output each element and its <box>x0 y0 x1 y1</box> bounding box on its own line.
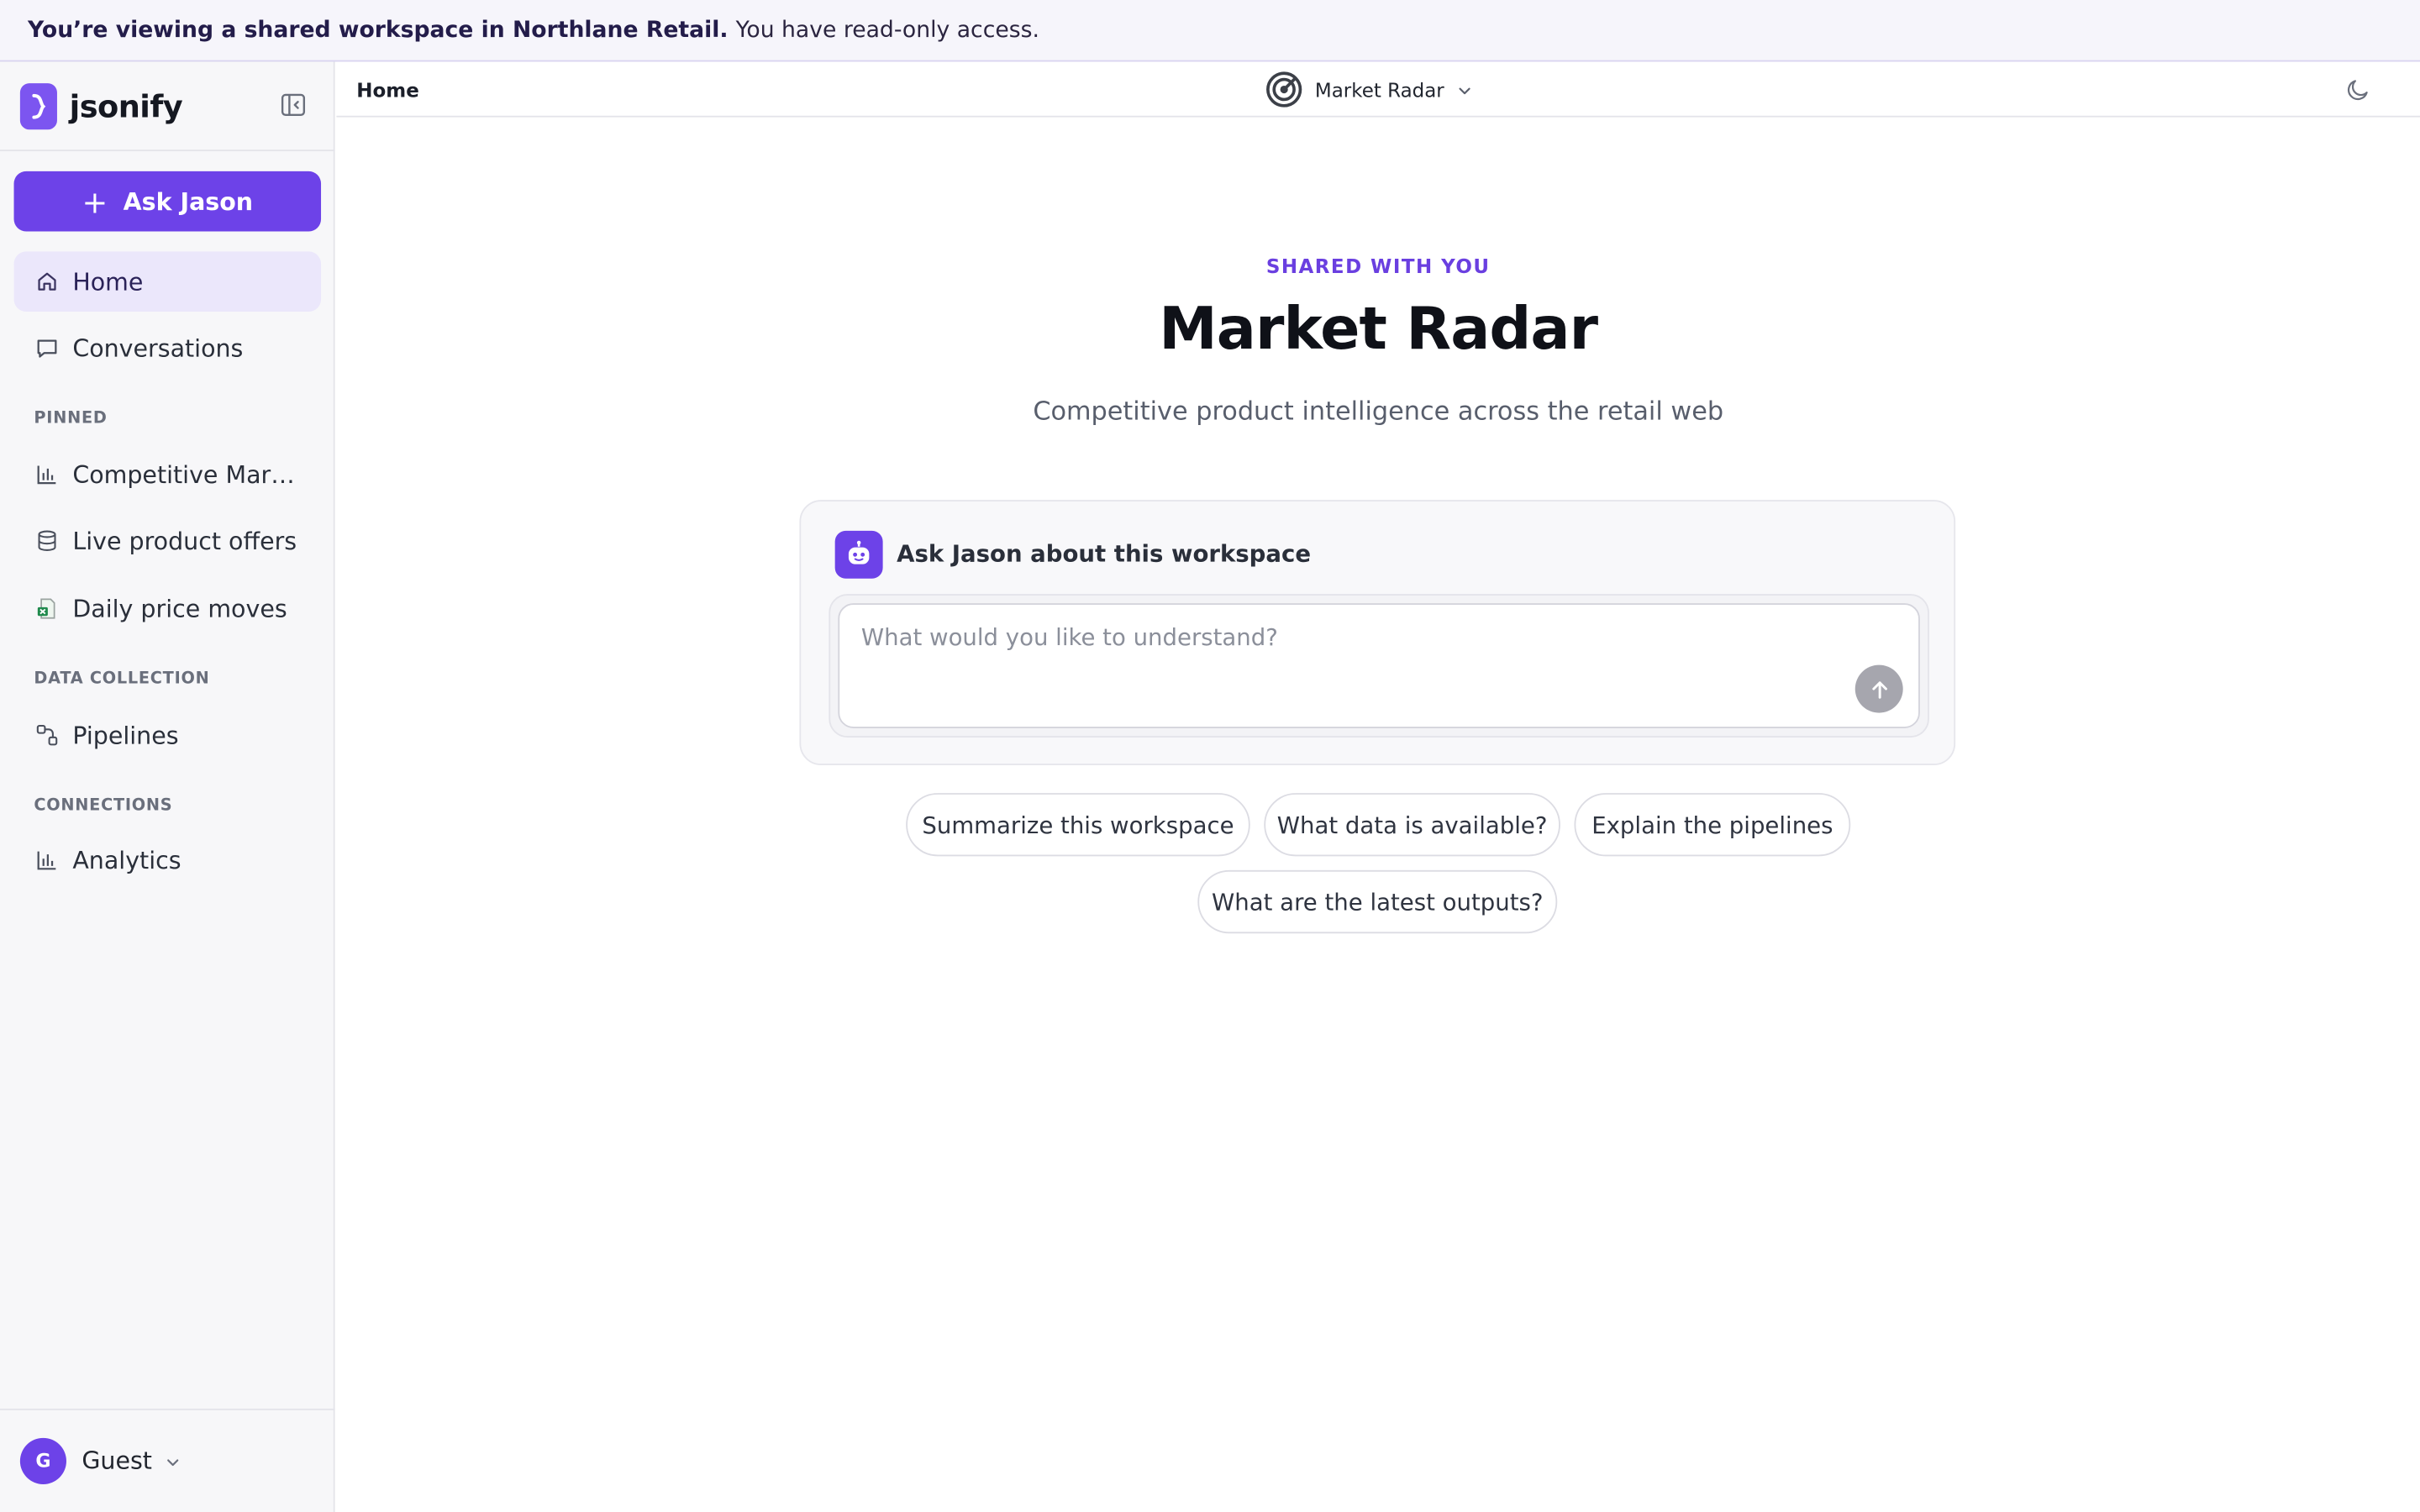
banner-bold-text: You’re viewing a shared workspace in Nor… <box>28 18 729 43</box>
bar-chart-icon <box>34 848 58 872</box>
sidebar-item-label: Home <box>72 267 144 296</box>
prompt-input[interactable] <box>839 605 1919 727</box>
ask-jason-card: Ask Jason about this workspace <box>799 500 1956 766</box>
sidebar-item-label: Daily price moves <box>72 595 287 623</box>
banner-text: You have read-only access. <box>735 18 1039 43</box>
chevron-down-icon <box>165 1446 180 1476</box>
sidebar-item-label: Competitive Market… <box>72 460 304 489</box>
plus-icon: + <box>82 182 108 220</box>
robot-icon <box>834 529 883 578</box>
section-label-pinned: PINNED <box>34 408 108 428</box>
workspace-name: Market Radar <box>1314 77 1444 102</box>
section-label-data-collection: DATA COLLECTION <box>34 669 210 689</box>
breadcrumb[interactable]: Home <box>356 61 419 117</box>
radar-icon <box>1266 71 1302 108</box>
sidebar-footer-divider <box>0 1408 335 1410</box>
chat-icon <box>34 335 58 360</box>
sidebar-item-label: Conversations <box>72 333 244 362</box>
database-icon <box>34 528 58 553</box>
pipeline-icon <box>34 723 58 748</box>
sidebar-item-pipelines[interactable]: Pipelines <box>14 705 322 765</box>
page-title: Market Radar <box>1159 294 1598 363</box>
sidebar-item-daily-price-moves[interactable]: Daily price moves <box>14 579 322 639</box>
sidebar-item-label: Live product offers <box>72 527 297 555</box>
home-icon <box>34 270 58 294</box>
main-content: SHARED WITH YOU Market Radar Competitive… <box>336 118 2420 1512</box>
avatar: G <box>19 1437 66 1484</box>
ask-jason-button[interactable]: + Ask Jason <box>13 171 322 232</box>
shared-eyebrow: SHARED WITH YOU <box>1265 255 1491 278</box>
bar-chart-icon <box>34 462 58 486</box>
sidebar-item-home[interactable]: Home <box>13 251 322 312</box>
section-label-connections: CONNECTIONS <box>34 795 173 815</box>
ask-card-title: Ask Jason about this workspace <box>897 539 1312 568</box>
suggestion-chip[interactable]: Summarize this workspace <box>906 793 1250 857</box>
ask-jason-label: Ask Jason <box>123 187 254 216</box>
workspace-switcher[interactable]: Market Radar <box>1265 70 1472 110</box>
sidebar-item-analytics[interactable]: Analytics <box>14 830 322 890</box>
prompt-input-box <box>838 603 1920 728</box>
suggestion-chip[interactable]: What are the latest outputs? <box>1197 869 1558 934</box>
prompt-input-frame <box>829 594 1929 738</box>
chevron-down-icon <box>1456 75 1471 104</box>
ask-card-header: Ask Jason about this workspace <box>834 529 1312 579</box>
sidebar-item-competitive-market[interactable]: Competitive Market… <box>14 444 322 505</box>
read-only-banner: You’re viewing a shared workspace in Nor… <box>0 0 2420 62</box>
brace-logo-icon <box>19 83 57 130</box>
collapse-sidebar-icon[interactable] <box>278 90 309 121</box>
sidebar: jsonify + Ask Jason Home Conversations P… <box>0 61 335 1512</box>
sidebar-item-live-product-offers[interactable]: Live product offers <box>14 511 322 571</box>
brand[interactable]: jsonify <box>19 83 183 130</box>
arrow-up-icon <box>1871 680 1887 698</box>
page-subtitle: Competitive product intelligence across … <box>1033 396 1724 426</box>
sidebar-item-label: Pipelines <box>72 721 179 749</box>
moon-icon[interactable] <box>2343 74 2374 105</box>
suggestion-chip[interactable]: Explain the pipelines <box>1574 793 1851 857</box>
sidebar-divider <box>0 150 335 151</box>
top-bar: Home Market Radar <box>336 61 2420 118</box>
sidebar-item-conversations[interactable]: Conversations <box>14 318 322 378</box>
user-menu[interactable]: G Guest <box>19 1437 180 1484</box>
sidebar-item-label: Analytics <box>72 846 182 874</box>
spreadsheet-icon <box>34 596 58 621</box>
send-button[interactable] <box>1854 664 1903 713</box>
suggestion-chip[interactable]: What data is available? <box>1264 793 1560 857</box>
brand-name: jsonify <box>69 87 183 125</box>
user-name: Guest <box>82 1446 152 1475</box>
